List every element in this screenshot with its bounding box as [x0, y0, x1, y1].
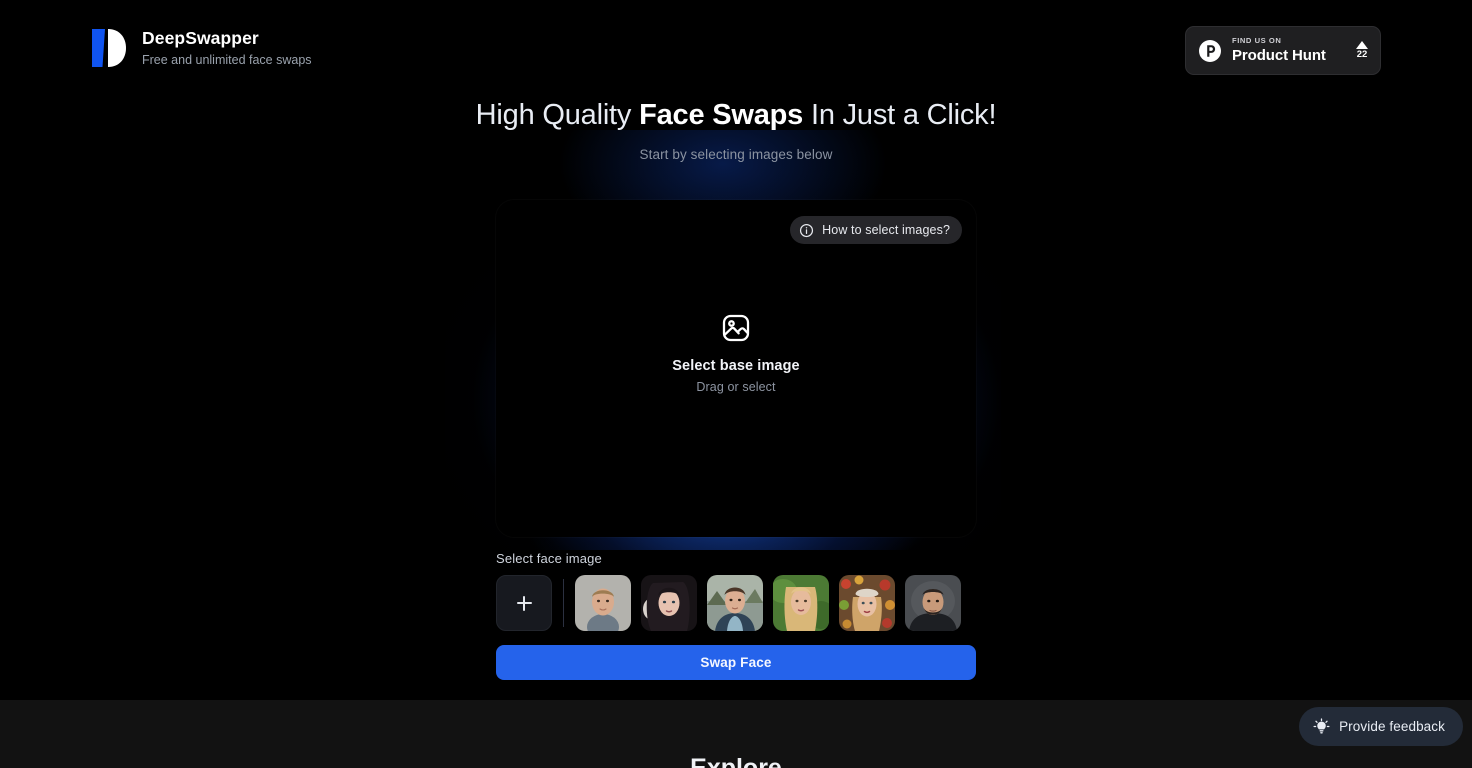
face-thumbnail-2[interactable]: [641, 575, 697, 631]
product-hunt-kicker: FIND US ON: [1232, 36, 1282, 46]
dropzone-title: Select base image: [672, 358, 800, 374]
hero-section: High Quality Face Swaps In Just a Click!…: [0, 96, 1472, 162]
caret-up-icon: [1356, 41, 1368, 50]
info-icon: [799, 223, 814, 238]
product-hunt-upvote[interactable]: 22: [1354, 41, 1368, 60]
provide-feedback-label: Provide feedback: [1339, 719, 1445, 734]
add-face-button[interactable]: [496, 575, 552, 631]
face-row-divider: [563, 579, 564, 627]
brand-tagline: Free and unlimited face swaps: [142, 52, 312, 67]
face-thumbnail-1[interactable]: [575, 575, 631, 631]
brand-text-block: DeepSwapper Free and unlimited face swap…: [142, 28, 312, 69]
face-thumbnail-4[interactable]: [773, 575, 829, 631]
dropzone-content: Select base image Drag or select: [496, 312, 976, 394]
plus-icon: [516, 595, 532, 611]
how-to-select-images-label: How to select images?: [822, 223, 950, 237]
app-root: Explore DeepSwapper Free and unlimited f…: [0, 0, 1472, 768]
swap-face-button[interactable]: Swap Face: [496, 645, 976, 680]
dropzone-subtitle: Drag or select: [696, 380, 776, 394]
lightbulb-icon: [1313, 718, 1330, 735]
hero-subtitle: Start by selecting images below: [639, 147, 833, 163]
below-fold-title: Explore: [690, 755, 782, 768]
how-to-select-images-button[interactable]: How to select images?: [790, 216, 962, 244]
product-hunt-name: Product Hunt: [1232, 46, 1326, 64]
face-thumbnail-row: [496, 575, 976, 631]
site-header: DeepSwapper Free and unlimited face swap…: [0, 0, 1472, 100]
provide-feedback-button[interactable]: Provide feedback: [1299, 707, 1463, 746]
title-part-2: In Just a Click!: [803, 99, 997, 131]
face-picker-section: Select face image: [496, 551, 976, 631]
product-hunt-icon: [1198, 39, 1222, 63]
deepswapper-logo-icon: [88, 26, 128, 70]
face-thumbnail-3[interactable]: [707, 575, 763, 631]
brand-logo[interactable]: DeepSwapper Free and unlimited face swap…: [88, 26, 312, 70]
title-part-1: High Quality: [475, 99, 640, 131]
face-thumbnail-6[interactable]: [905, 575, 961, 631]
base-image-dropzone[interactable]: How to select images? Select base image …: [496, 200, 976, 537]
brand-name: DeepSwapper: [142, 27, 259, 48]
face-picker-label: Select face image: [496, 551, 602, 566]
image-placeholder-icon: [720, 312, 752, 344]
page-title: High Quality Face Swaps In Just a Click!: [0, 96, 1472, 135]
product-hunt-text: FIND US ON Product Hunt: [1232, 36, 1344, 64]
face-thumbnail-5[interactable]: [839, 575, 895, 631]
below-fold-section: Explore: [0, 700, 1472, 768]
product-hunt-badge[interactable]: FIND US ON Product Hunt 22: [1185, 26, 1381, 75]
title-highlight: Face Swaps: [639, 99, 804, 131]
product-hunt-upvote-count: 22: [1356, 49, 1368, 61]
